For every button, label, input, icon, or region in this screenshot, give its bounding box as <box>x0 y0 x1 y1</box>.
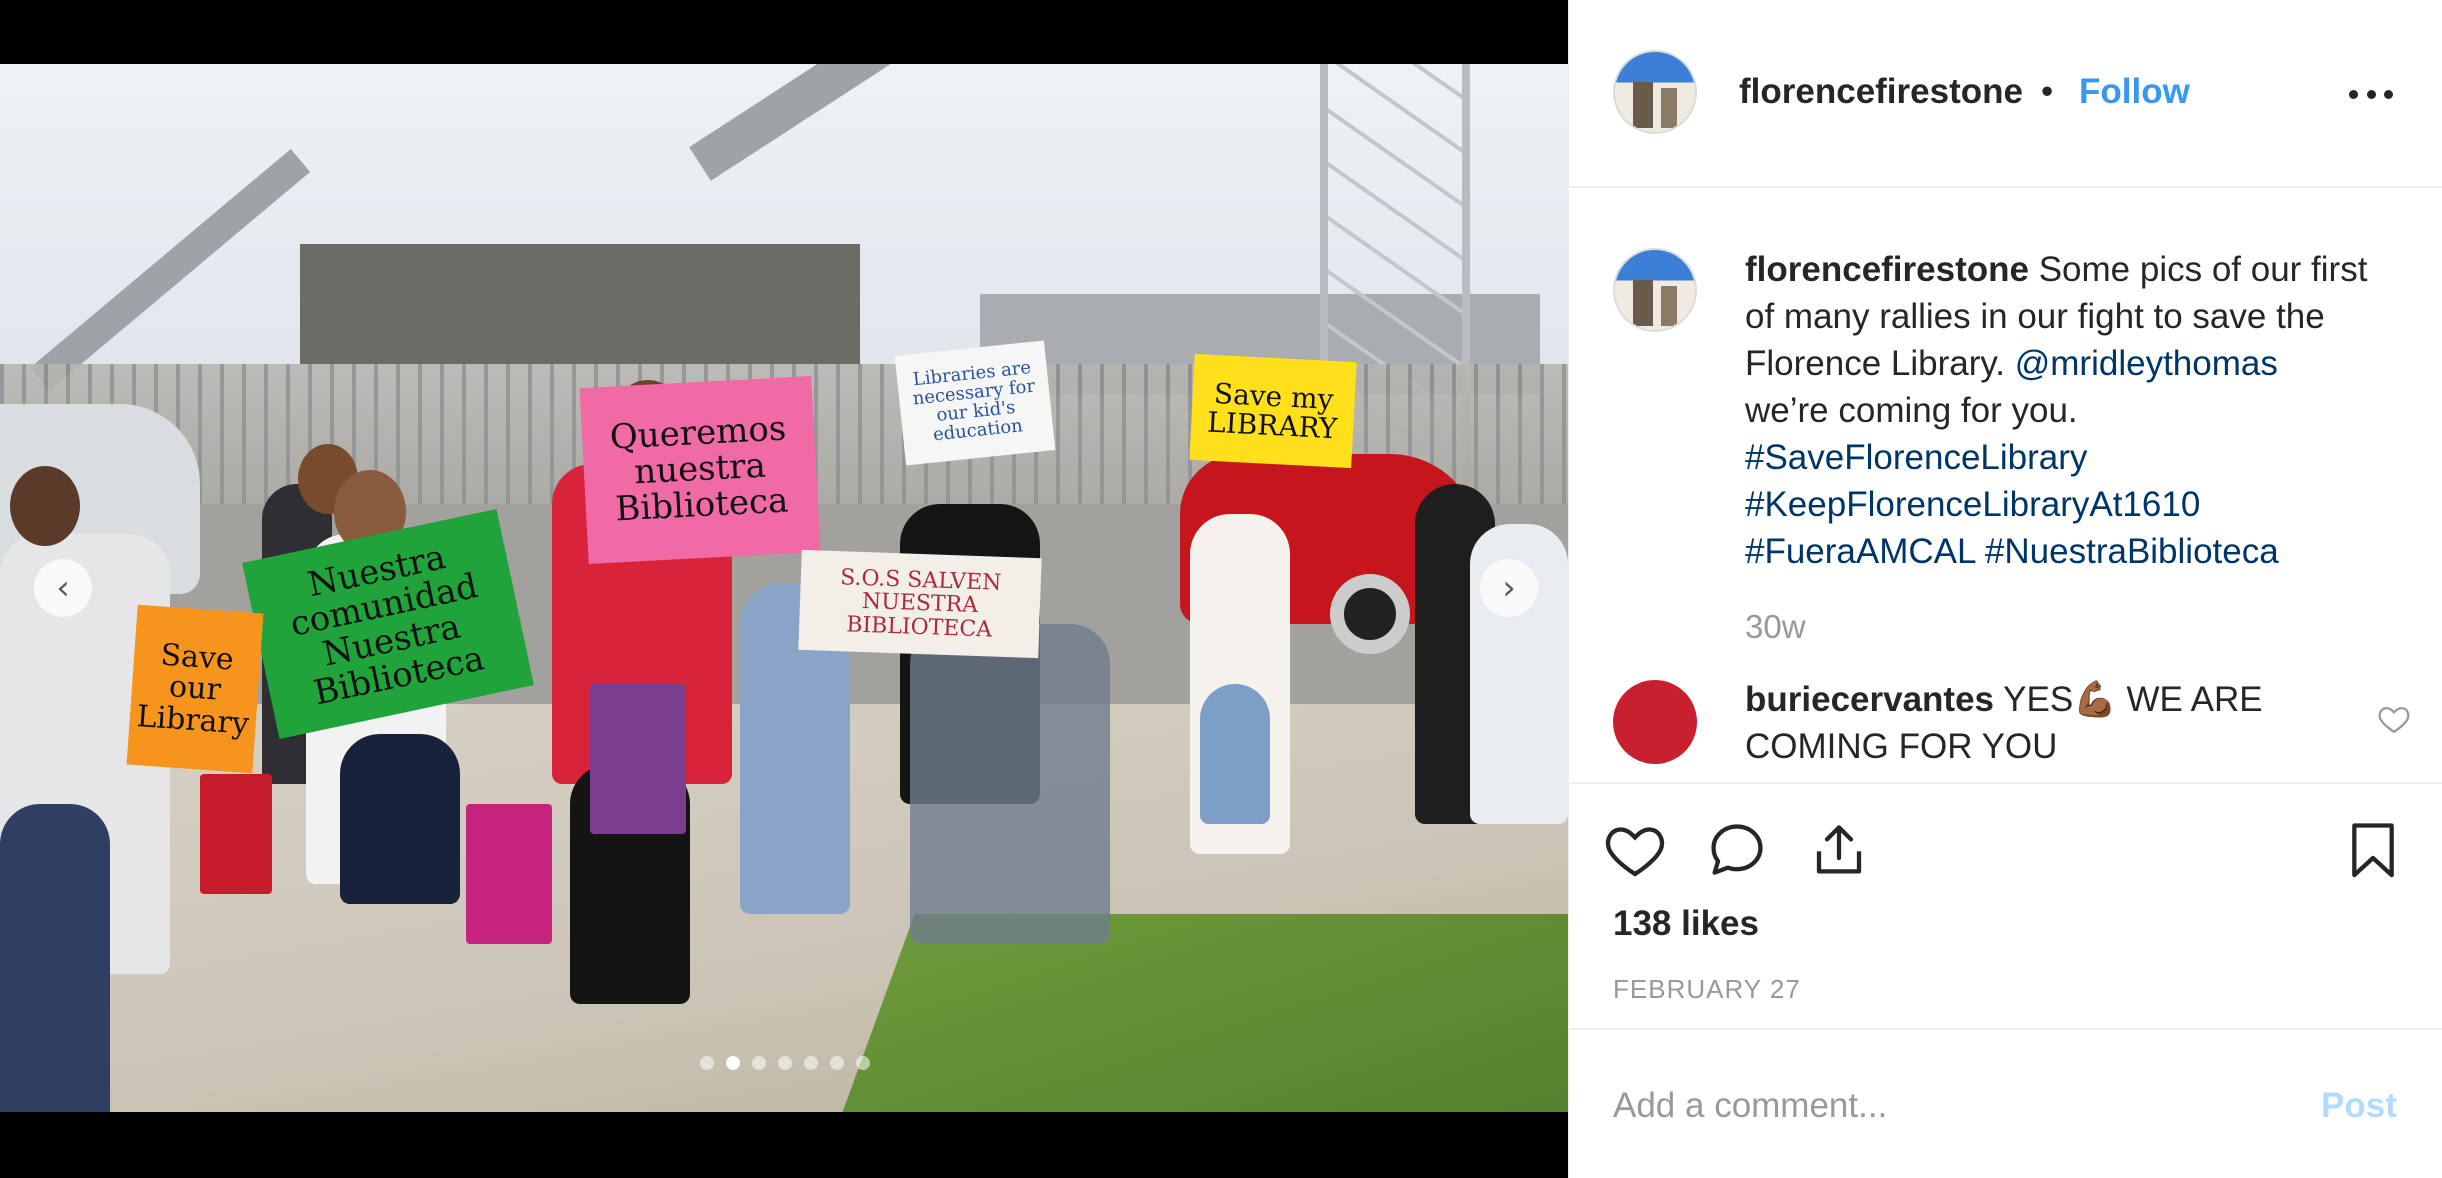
carousel-dot[interactable] <box>830 1056 844 1070</box>
post-header: florencefirestone • Follow <box>1569 0 2442 188</box>
carousel-dot[interactable] <box>856 1056 870 1070</box>
carousel-dot[interactable] <box>804 1056 818 1070</box>
share-icon[interactable] <box>1807 818 1871 882</box>
carousel-dot[interactable] <box>700 1056 714 1070</box>
protest-sign-pink: Queremos nuestra Biblioteca <box>579 376 821 564</box>
avatar[interactable] <box>1613 680 1697 764</box>
chevron-right-icon[interactable]: › <box>1480 559 1538 617</box>
hashtag-link[interactable]: #KeepFlorenceLibraryAt1610 <box>1745 485 2200 524</box>
caption-text-2: we’re coming for you. <box>1745 391 2078 430</box>
protest-sign-yellow: Save my LIBRARY <box>1189 353 1357 469</box>
avatar[interactable] <box>1613 248 1697 332</box>
separator-bullet: • <box>2041 72 2054 111</box>
post-time-ago[interactable]: 30w <box>1745 608 1806 646</box>
more-options-icon[interactable] <box>2349 72 2393 116</box>
heart-icon[interactable] <box>1603 818 1667 882</box>
hashtag-link[interactable]: #NuestraBiblioteca <box>1985 532 2279 571</box>
carousel-indicator <box>700 1056 870 1070</box>
hashtag-link[interactable]: #FueraAMCAL <box>1745 532 1975 571</box>
caption-mention[interactable]: @mridleythomas <box>2015 344 2278 383</box>
protest-sign-sos: S.O.S SALVEN NUESTRA BIBLIOTECA <box>798 549 1042 659</box>
carousel-dot-active[interactable] <box>726 1056 740 1070</box>
comment-username[interactable]: buriecervantes <box>1745 680 1994 719</box>
comment-like-heart-icon[interactable] <box>2377 702 2411 736</box>
comments-section: florencefirestone Some pics of our first… <box>1569 190 2442 782</box>
post-date[interactable]: FEBRUARY 27 <box>1613 974 1801 1005</box>
follow-button[interactable]: Follow <box>2079 72 2190 112</box>
post-photo[interactable]: Nuestra comunidad Nuestra Biblioteca Que… <box>0 64 1568 1112</box>
chevron-left-icon[interactable]: ‹ <box>34 559 92 617</box>
comment-input[interactable] <box>1613 1078 2273 1134</box>
comment-bubble-icon[interactable] <box>1705 818 1769 882</box>
caption-username[interactable]: florencefirestone <box>1745 250 2029 289</box>
post-comment-button[interactable]: Post <box>2321 1086 2397 1126</box>
post-caption: florencefirestone Some pics of our first… <box>1745 246 2405 575</box>
author-username[interactable]: florencefirestone <box>1739 72 2023 112</box>
protest-sign-orange: Save our Library <box>126 604 264 774</box>
carousel-dot[interactable] <box>752 1056 766 1070</box>
protest-sign-white: Libraries are necessary for our kid's ed… <box>894 340 1056 466</box>
post-media: Nuestra comunidad Nuestra Biblioteca Que… <box>0 0 1568 1178</box>
bookmark-icon[interactable] <box>2341 818 2405 882</box>
hashtag-link[interactable]: #SaveFlorenceLibrary <box>1745 438 2087 477</box>
comment-item: buriecervantes YES💪🏾 WE ARE COMING FOR Y… <box>1745 676 2305 770</box>
add-comment-bar: Post <box>1569 1028 2442 1178</box>
carousel-dot[interactable] <box>778 1056 792 1070</box>
post-sidebar: florencefirestone • Follow florencefires… <box>1568 0 2442 1178</box>
post-actions: 138 likes FEBRUARY 27 <box>1569 782 2442 1032</box>
likes-count[interactable]: 138 likes <box>1613 904 1759 944</box>
avatar[interactable] <box>1613 50 1697 134</box>
